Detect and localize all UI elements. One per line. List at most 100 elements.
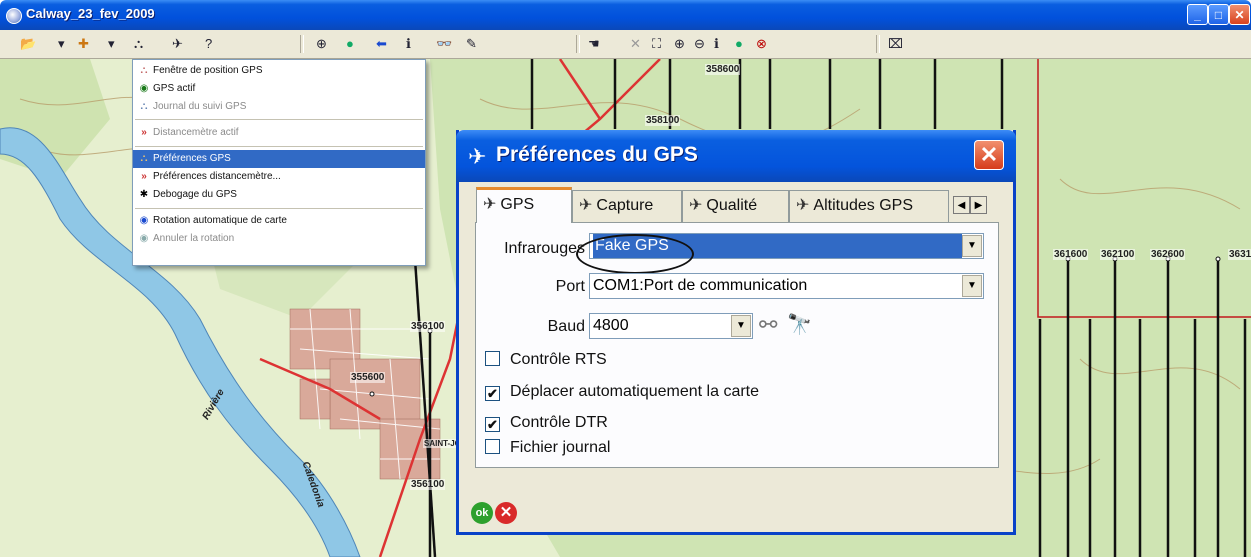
log-file-checkbox[interactable]: Fichier journal bbox=[485, 438, 610, 458]
info-tool-icon[interactable]: ℹ bbox=[714, 35, 719, 53]
rangefinder-preferences-icon: » bbox=[141, 171, 147, 182]
gps-dropdown-menu: ⛬ Fenêtre de position GPS ◉ GPS actif ⛬ … bbox=[132, 59, 426, 266]
toolbar-separator bbox=[576, 35, 580, 53]
infrarouges-select[interactable]: Fake GPS ▼ bbox=[589, 233, 984, 259]
tab-label: GPS bbox=[500, 196, 535, 213]
menu-item-label: Préférences distancemètre... bbox=[153, 171, 281, 182]
maximize-button[interactable]: □ bbox=[1208, 4, 1229, 25]
rts-control-checkbox[interactable]: Contrôle RTS bbox=[485, 350, 607, 370]
layers-icon[interactable]: ▾ bbox=[108, 35, 115, 53]
back-icon[interactable]: ⬅ bbox=[376, 35, 387, 53]
help-icon[interactable]: ? bbox=[205, 35, 212, 53]
ok-button[interactable]: ok bbox=[471, 502, 493, 524]
checkbox-label: Fichier journal bbox=[510, 439, 611, 456]
zoom-in-icon[interactable]: ⊕ bbox=[674, 35, 685, 53]
menu-item-rangefinder-preferences[interactable]: » Préférences distancemètre... bbox=[133, 168, 425, 186]
window-title: Calway_23_fev_2009 bbox=[26, 6, 155, 21]
tab-gps-altitudes[interactable]: ✈ Altitudes GPS bbox=[789, 190, 949, 222]
minimize-button[interactable]: _ bbox=[1187, 4, 1208, 25]
binoculars-icon[interactable]: 🔭 bbox=[787, 312, 812, 337]
checkbox-box[interactable] bbox=[485, 351, 500, 366]
gps-preferences-dialog: ✈ Préférences du GPS ✕ ✈ GPS ✈ Capture ✈ Qu… bbox=[456, 130, 1016, 535]
satellite-icon: ✈ bbox=[579, 197, 593, 214]
menu-separator bbox=[135, 208, 423, 209]
dialog-close-button[interactable]: ✕ bbox=[974, 140, 1004, 170]
zoom-extent-icon[interactable]: ⛶ bbox=[652, 35, 661, 53]
cursor-icon[interactable]: ☚ bbox=[588, 35, 600, 53]
menu-item-auto-rotate-map[interactable]: ◉ Rotation automatique de carte bbox=[133, 212, 425, 230]
map-label: 358600 bbox=[705, 64, 741, 75]
map-label: 362600 bbox=[1150, 249, 1186, 260]
window-title-bar: Calway_23_fev_2009 _ □ ✕ bbox=[0, 0, 1251, 30]
close-tool-icon[interactable]: ✕ bbox=[630, 35, 641, 53]
zoom-icon[interactable]: ⊕ bbox=[316, 35, 327, 53]
gps-active-icon: ◉ bbox=[139, 83, 149, 94]
map-label: 358100 bbox=[645, 115, 681, 126]
menu-item-label: GPS actif bbox=[153, 83, 196, 94]
menu-item-gps-track-log[interactable]: ⛬ Journal du suivi GPS bbox=[133, 98, 425, 116]
cancel-button[interactable]: ✕ bbox=[495, 502, 517, 524]
menu-item-label: Distancemètre actif bbox=[153, 127, 239, 138]
grid-icon[interactable]: ⌧ bbox=[888, 35, 903, 53]
map-label: 356100 bbox=[410, 479, 446, 490]
zoom-out-icon[interactable]: ⊖ bbox=[694, 35, 705, 53]
chevron-down-icon[interactable]: ▼ bbox=[962, 235, 982, 257]
satellite-icon: ✈ bbox=[689, 197, 703, 214]
gps-icon[interactable]: ⛬ bbox=[134, 35, 143, 53]
checkbox-label: Contrôle RTS bbox=[510, 351, 607, 368]
baud-select[interactable]: 4800 ▼ bbox=[589, 313, 753, 339]
menu-item-label: Debogage du GPS bbox=[153, 189, 237, 200]
map-label: 361600 bbox=[1053, 249, 1089, 260]
stop-icon[interactable]: ⊗ bbox=[756, 35, 767, 53]
menu-item-gps-debug[interactable]: ✱ Debogage du GPS bbox=[133, 186, 425, 204]
port-label: Port bbox=[555, 278, 585, 295]
satellite-icon: ✈ bbox=[483, 196, 497, 213]
tab-label: Capture bbox=[596, 197, 654, 214]
info-icon[interactable]: ℹ bbox=[406, 35, 411, 53]
menu-item-label: Préférences GPS bbox=[153, 153, 231, 164]
binoculars-icon[interactable]: 👓 bbox=[436, 35, 452, 53]
tab-label: Qualité bbox=[706, 197, 758, 214]
chevron-down-icon[interactable]: ▼ bbox=[731, 315, 751, 337]
pencil-icon[interactable]: ✎ bbox=[466, 35, 477, 53]
map-label: 356100 bbox=[410, 321, 446, 332]
tab-scroll-left-button[interactable]: ◀ bbox=[953, 196, 970, 214]
menu-item-label: Fenêtre de position GPS bbox=[153, 65, 263, 76]
menu-item-gps-active[interactable]: ◉ GPS actif bbox=[133, 80, 425, 98]
tab-gps[interactable]: ✈ GPS bbox=[476, 187, 572, 223]
auto-move-map-checkbox[interactable]: ✔ Déplacer automatiquement la carte bbox=[485, 382, 759, 402]
menu-item-cancel-rotation[interactable]: ◉ Annuler la rotation bbox=[133, 230, 425, 248]
tab-scroll-right-button[interactable]: ▶ bbox=[970, 196, 987, 214]
toolbar-separator bbox=[300, 35, 304, 53]
add-icon[interactable]: ✚ bbox=[78, 35, 89, 53]
globe-tool-icon[interactable]: ● bbox=[735, 35, 743, 53]
tab-capture[interactable]: ✈ Capture bbox=[572, 190, 682, 222]
menu-item-label: Annuler la rotation bbox=[153, 233, 235, 244]
satellite-icon[interactable]: ✈ bbox=[172, 35, 183, 53]
signal-probe-icon[interactable]: ⚯ bbox=[759, 312, 777, 338]
checkbox-box[interactable]: ✔ bbox=[485, 386, 500, 401]
toolbar-separator bbox=[876, 35, 880, 53]
checkbox-box[interactable] bbox=[485, 439, 500, 454]
baud-label: Baud bbox=[547, 318, 585, 335]
chevron-down-icon[interactable]: ▼ bbox=[962, 275, 982, 297]
open-icon[interactable]: 📂 bbox=[20, 35, 36, 53]
tab-quality[interactable]: ✈ Qualité bbox=[682, 190, 789, 222]
cancel-rotation-icon: ◉ bbox=[139, 233, 149, 244]
baud-value: 4800 bbox=[593, 317, 629, 334]
port-value: COM1:Port de communication bbox=[593, 277, 808, 294]
checkbox-box[interactable]: ✔ bbox=[485, 417, 500, 432]
bug-icon: ✱ bbox=[139, 189, 149, 200]
checkbox-label: Contrôle DTR bbox=[510, 414, 608, 431]
rangefinder-icon: » bbox=[141, 127, 147, 138]
menu-item-rangefinder-active[interactable]: » Distancemètre actif bbox=[133, 124, 425, 142]
save-icon[interactable]: ▾ bbox=[58, 35, 65, 53]
port-select[interactable]: COM1:Port de communication ▼ bbox=[589, 273, 984, 299]
menu-item-gps-preferences[interactable]: ⛬ Préférences GPS bbox=[133, 150, 425, 168]
map-label: 362100 bbox=[1100, 249, 1136, 260]
dtr-control-checkbox[interactable]: ✔ Contrôle DTR bbox=[485, 413, 608, 433]
globe-icon[interactable]: ● bbox=[346, 35, 354, 53]
menu-item-gps-position-window[interactable]: ⛬ Fenêtre de position GPS bbox=[133, 62, 425, 80]
close-window-button[interactable]: ✕ bbox=[1229, 4, 1250, 25]
satellite-icon: ✈ bbox=[796, 197, 810, 214]
